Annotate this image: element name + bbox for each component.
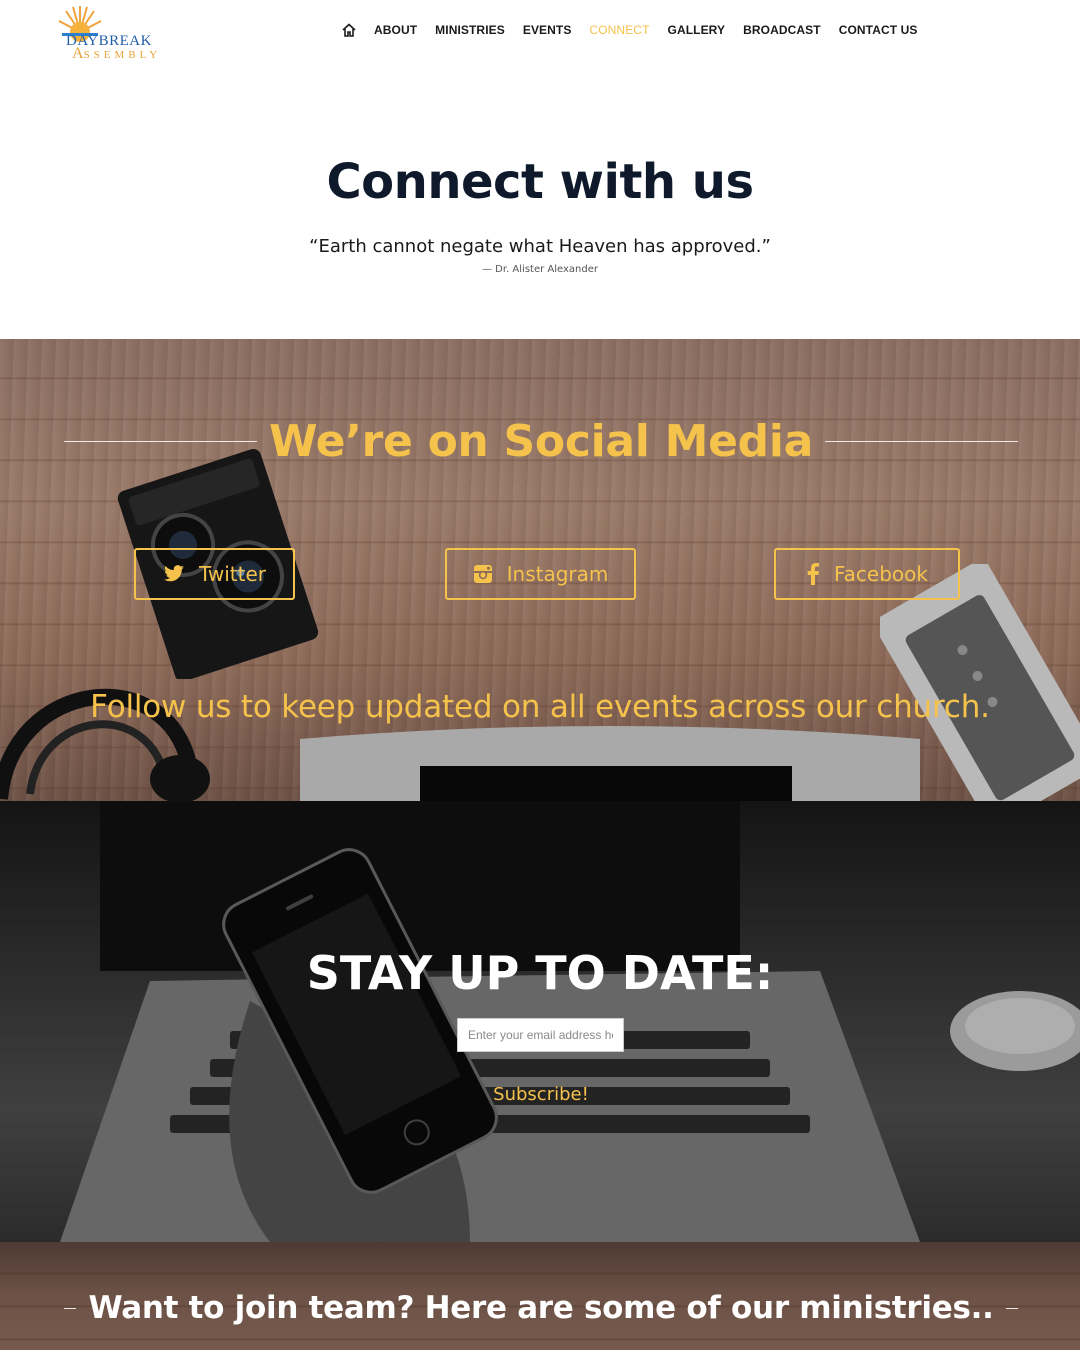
home-icon[interactable]	[340, 21, 358, 39]
social-title-row: We’re on Social Media	[64, 411, 1018, 471]
intro-section: Connect with us “Earth cannot negate wha…	[0, 64, 1080, 339]
social-media-section: We’re on Social Media Twitter Instagram	[0, 339, 1080, 801]
quote-text: “Earth cannot negate what Heaven has app…	[309, 236, 771, 257]
logo-text-assembly: ASSEMBLY	[72, 45, 161, 63]
divider-line	[1005, 1307, 1019, 1309]
nav-item-connect[interactable]: CONNECT	[589, 23, 649, 37]
site-header: DAYBREAK ASSEMBLY ABOUT MINISTRIES EVENT…	[0, 0, 1080, 64]
quote-author: — Dr. Alister Alexander	[482, 264, 598, 275]
email-input[interactable]	[457, 1018, 624, 1052]
ministries-section: Want to join team? Here are some of our …	[0, 1242, 1080, 1350]
ministries-title-row: Want to join team? Here are some of our …	[64, 1286, 1019, 1330]
instagram-icon	[473, 564, 493, 584]
subscribe-button[interactable]: Subscribe!	[480, 1081, 602, 1107]
facebook-label: Facebook	[834, 562, 928, 586]
main-nav: ABOUT MINISTRIES EVENTS CONNECT GALLERY …	[340, 20, 935, 40]
subscribe-title: STAY UP TO DATE:	[306, 946, 774, 1000]
nav-item-events[interactable]: EVENTS	[523, 23, 572, 37]
social-subtitle: Follow us to keep updated on all events …	[90, 689, 990, 725]
instagram-button[interactable]: Instagram	[445, 548, 636, 600]
facebook-button[interactable]: Facebook	[774, 548, 960, 600]
divider-line	[64, 1307, 77, 1309]
nav-item-broadcast[interactable]: BROADCAST	[743, 23, 821, 37]
nav-item-gallery[interactable]: GALLERY	[668, 23, 726, 37]
logo-rest: SSEMBLY	[83, 49, 162, 61]
twitter-button[interactable]: Twitter	[134, 548, 295, 600]
divider-line	[64, 440, 257, 442]
laptop-image	[300, 726, 920, 801]
facebook-icon	[806, 563, 820, 585]
nav-item-contact-us[interactable]: CONTACT US	[839, 23, 918, 37]
page-title: Connect with us	[326, 154, 754, 210]
twitter-label: Twitter	[198, 562, 267, 586]
logo-initial: A	[72, 45, 84, 62]
ministries-title: Want to join team? Here are some of our …	[88, 1290, 994, 1326]
instagram-label: Instagram	[506, 562, 609, 586]
daybreak-logo[interactable]: DAYBREAK ASSEMBLY	[56, 2, 166, 63]
nav-item-about[interactable]: ABOUT	[374, 23, 417, 37]
subscribe-section: STAY UP TO DATE: Subscribe!	[0, 801, 1080, 1242]
twitter-icon	[163, 565, 185, 583]
divider-line	[825, 440, 1018, 442]
social-title: We’re on Social Media	[268, 415, 814, 467]
nav-item-ministries[interactable]: MINISTRIES	[435, 23, 505, 37]
